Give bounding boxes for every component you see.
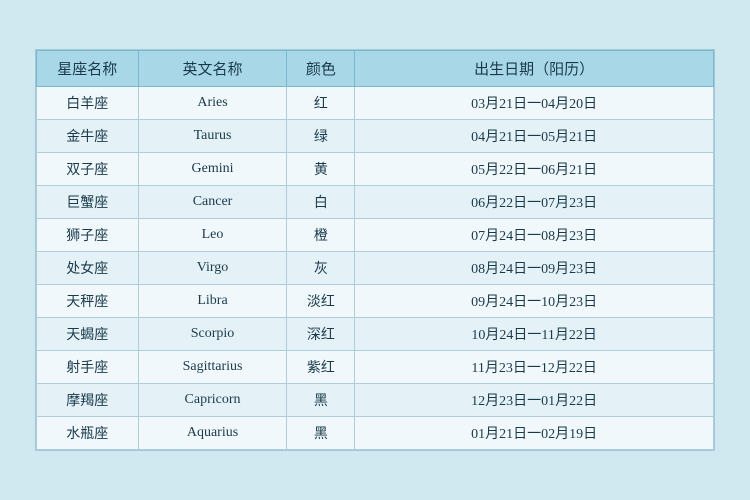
cell-english: Scorpio [138, 318, 287, 351]
table-row: 摩羯座Capricorn黑12月23日一01月22日 [37, 384, 714, 417]
cell-date: 03月21日一04月20日 [355, 87, 714, 120]
header-date: 出生日期（阳历） [355, 51, 714, 87]
cell-chinese: 摩羯座 [37, 384, 139, 417]
cell-english: Aries [138, 87, 287, 120]
header-english: 英文名称 [138, 51, 287, 87]
cell-chinese: 金牛座 [37, 120, 139, 153]
table-row: 天蝎座Scorpio深红10月24日一11月22日 [37, 318, 714, 351]
cell-english: Cancer [138, 186, 287, 219]
cell-chinese: 白羊座 [37, 87, 139, 120]
cell-date: 06月22日一07月23日 [355, 186, 714, 219]
cell-date: 11月23日一12月22日 [355, 351, 714, 384]
table-row: 双子座Gemini黄05月22日一06月21日 [37, 153, 714, 186]
table-header-row: 星座名称 英文名称 颜色 出生日期（阳历） [37, 51, 714, 87]
zodiac-table-container: 星座名称 英文名称 颜色 出生日期（阳历） 白羊座Aries红03月21日一04… [35, 49, 715, 451]
cell-chinese: 天蝎座 [37, 318, 139, 351]
cell-english: Aquarius [138, 417, 287, 450]
cell-color: 紫红 [287, 351, 355, 384]
header-chinese: 星座名称 [37, 51, 139, 87]
cell-color: 白 [287, 186, 355, 219]
cell-english: Virgo [138, 252, 287, 285]
cell-chinese: 射手座 [37, 351, 139, 384]
cell-chinese: 天秤座 [37, 285, 139, 318]
table-row: 巨蟹座Cancer白06月22日一07月23日 [37, 186, 714, 219]
cell-date: 01月21日一02月19日 [355, 417, 714, 450]
cell-english: Gemini [138, 153, 287, 186]
cell-date: 12月23日一01月22日 [355, 384, 714, 417]
cell-color: 黑 [287, 384, 355, 417]
cell-chinese: 水瓶座 [37, 417, 139, 450]
cell-english: Leo [138, 219, 287, 252]
cell-chinese: 巨蟹座 [37, 186, 139, 219]
cell-date: 09月24日一10月23日 [355, 285, 714, 318]
cell-english: Sagittarius [138, 351, 287, 384]
table-row: 水瓶座Aquarius黑01月21日一02月19日 [37, 417, 714, 450]
cell-date: 08月24日一09月23日 [355, 252, 714, 285]
header-color: 颜色 [287, 51, 355, 87]
table-row: 天秤座Libra淡红09月24日一10月23日 [37, 285, 714, 318]
cell-color: 红 [287, 87, 355, 120]
cell-english: Libra [138, 285, 287, 318]
cell-color: 橙 [287, 219, 355, 252]
table-row: 狮子座Leo橙07月24日一08月23日 [37, 219, 714, 252]
cell-english: Capricorn [138, 384, 287, 417]
cell-color: 绿 [287, 120, 355, 153]
table-row: 白羊座Aries红03月21日一04月20日 [37, 87, 714, 120]
cell-date: 05月22日一06月21日 [355, 153, 714, 186]
cell-date: 04月21日一05月21日 [355, 120, 714, 153]
cell-color: 黑 [287, 417, 355, 450]
cell-chinese: 狮子座 [37, 219, 139, 252]
table-row: 金牛座Taurus绿04月21日一05月21日 [37, 120, 714, 153]
cell-english: Taurus [138, 120, 287, 153]
cell-color: 灰 [287, 252, 355, 285]
cell-color: 淡红 [287, 285, 355, 318]
cell-color: 黄 [287, 153, 355, 186]
cell-date: 07月24日一08月23日 [355, 219, 714, 252]
zodiac-table: 星座名称 英文名称 颜色 出生日期（阳历） 白羊座Aries红03月21日一04… [36, 50, 714, 450]
cell-date: 10月24日一11月22日 [355, 318, 714, 351]
cell-chinese: 双子座 [37, 153, 139, 186]
table-row: 射手座Sagittarius紫红11月23日一12月22日 [37, 351, 714, 384]
table-row: 处女座Virgo灰08月24日一09月23日 [37, 252, 714, 285]
cell-chinese: 处女座 [37, 252, 139, 285]
cell-color: 深红 [287, 318, 355, 351]
